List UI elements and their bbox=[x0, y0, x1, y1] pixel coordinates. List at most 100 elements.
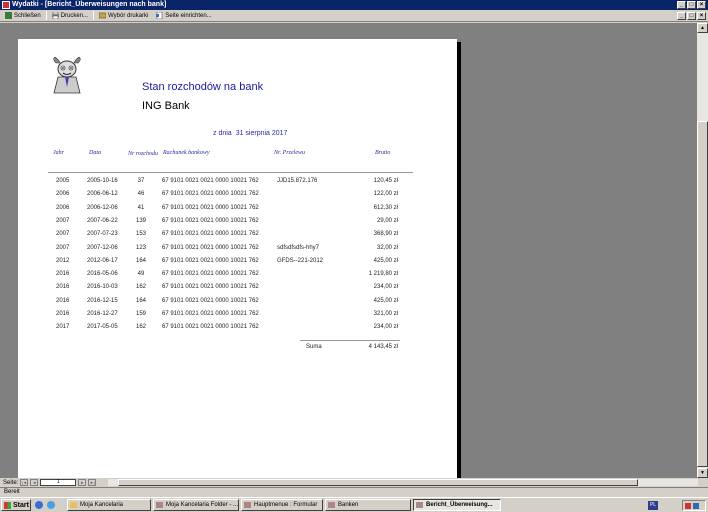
cell-nr: 46 bbox=[137, 191, 145, 198]
page-setup-button[interactable]: Seite einrichten... bbox=[153, 11, 214, 21]
column-header-amount: Brutto bbox=[375, 150, 391, 156]
first-page-button[interactable]: |◄ bbox=[20, 479, 29, 486]
table-row: 2016 2016-12-27 159 67 9101 0021 0021 0000 … bbox=[48, 311, 413, 324]
cell-year: 2006 bbox=[56, 204, 70, 211]
previous-page-button[interactable]: ◄ bbox=[30, 479, 39, 486]
cell-date: 2007-07-23 bbox=[87, 231, 118, 238]
cell-account: 67 9101 0021 0021 0000 10021 762 bbox=[162, 324, 259, 331]
last-page-button[interactable]: ►| bbox=[88, 479, 97, 486]
task-bericht[interactable]: Bericht_Überweisung... bbox=[413, 499, 501, 511]
cell-amount: 321,00 zł bbox=[373, 311, 398, 317]
cell-nr: 162 bbox=[135, 284, 146, 291]
horizontal-scrollbar[interactable] bbox=[108, 479, 698, 486]
toolbar-separator bbox=[93, 11, 95, 20]
cell-ref: sdfsdfsdfs-hhy7 bbox=[277, 244, 320, 251]
scroll-up-arrow[interactable]: ▲ bbox=[697, 23, 708, 33]
cell-nr: 162 bbox=[135, 324, 146, 331]
cell-nr: 139 bbox=[135, 217, 146, 224]
cell-amount: 425,00 zł bbox=[373, 257, 398, 264]
horizontal-scroll-thumb[interactable] bbox=[118, 479, 638, 486]
cell-amount: 122,00 zł bbox=[373, 191, 398, 198]
cell-date: 2016-10-03 bbox=[87, 284, 118, 291]
mdi-minimize-button[interactable]: _ bbox=[677, 12, 686, 20]
page-nav-label: Seite: bbox=[3, 479, 19, 486]
cell-date: 2006-12-06 bbox=[87, 204, 118, 211]
printer-choice-button[interactable]: Wybór drukarki bbox=[96, 11, 151, 21]
cell-year: 2016 bbox=[56, 297, 70, 304]
page-number-input[interactable]: 1 bbox=[40, 479, 77, 486]
task-banken[interactable]: Banken bbox=[325, 499, 411, 511]
taskbar: Start Moja Kancelaria Moja Kancelaria Fo… bbox=[0, 497, 708, 512]
date-value: 31 sierpnia 2017 bbox=[235, 130, 288, 137]
task-label: Moja Kancelaria bbox=[80, 502, 124, 508]
explorer-quicklaunch-icon[interactable] bbox=[47, 501, 55, 509]
door-icon bbox=[5, 12, 12, 19]
cell-date: 2005-10-16 bbox=[87, 178, 118, 184]
printer-choice-label: Wybór drukarki bbox=[108, 12, 149, 19]
print-label: Drucken... bbox=[60, 12, 89, 19]
vertical-scrollbar[interactable]: ▲ ▼ bbox=[697, 23, 708, 478]
cell-account: 67 9101 0021 0021 0000 10021 762 bbox=[162, 204, 259, 211]
column-header-ref: Nr. Przelewu bbox=[274, 150, 306, 156]
table-row: 2007 2007-06-22 139 67 9101 0021 0021 0000 … bbox=[48, 218, 413, 231]
mdi-controls: _ □ × bbox=[677, 12, 706, 20]
windows-logo-icon bbox=[4, 501, 11, 509]
report-date: z dnia 31 sierpnia 2017 bbox=[213, 130, 291, 137]
cell-date: 2016-12-15 bbox=[87, 297, 118, 304]
scroll-down-arrow[interactable]: ▼ bbox=[697, 468, 708, 478]
cell-amount: 32,00 zł bbox=[376, 244, 398, 251]
cell-year: 2016 bbox=[56, 284, 70, 291]
cell-account: 67 9101 0021 0021 0000 10021 762 bbox=[162, 311, 259, 317]
browser-quicklaunch-icon[interactable] bbox=[35, 501, 43, 509]
maximize-button[interactable]: □ bbox=[687, 1, 696, 9]
form-icon bbox=[244, 502, 251, 508]
task-moja-kancelaria[interactable]: Moja Kancelaria bbox=[67, 499, 151, 511]
cell-nr: 164 bbox=[135, 257, 146, 264]
table-row: 2006 2006-06-12 46 67 9101 0021 0021 0000 1… bbox=[48, 191, 413, 204]
cell-nr: 49 bbox=[137, 271, 145, 278]
preview-workspace[interactable]: Stan rozchodów na bank ING Bank z dnia 31… bbox=[0, 23, 697, 478]
task-kancelaria-folder[interactable]: Moja Kancelaria Folder - ... bbox=[153, 499, 239, 511]
table-row: 2007 2007-12-06 123 67 9101 0021 0021 0000 … bbox=[48, 245, 413, 258]
status-bar: Bereit bbox=[0, 487, 708, 497]
next-page-button[interactable]: ► bbox=[78, 479, 87, 486]
report-title: Stan rozchodów na bank bbox=[142, 81, 264, 93]
report-icon bbox=[416, 502, 423, 508]
cell-year: 2012 bbox=[56, 257, 70, 264]
minimize-button[interactable]: _ bbox=[677, 1, 686, 9]
table-row: 2016 2016-12-15 164 67 9101 0021 0021 0000 … bbox=[48, 298, 413, 311]
printer-icon bbox=[51, 11, 59, 20]
cell-account: 67 9101 0021 0021 0000 10021 762 bbox=[162, 284, 259, 291]
cell-year: 2007 bbox=[56, 231, 70, 238]
close-window-button[interactable]: × bbox=[697, 1, 706, 9]
mdi-restore-button[interactable]: □ bbox=[687, 12, 696, 20]
start-button[interactable]: Start bbox=[1, 499, 31, 511]
cell-nr: 159 bbox=[135, 311, 146, 317]
cell-amount: 368,90 zł bbox=[373, 231, 398, 238]
table-row: 2006 2006-12-06 41 67 9101 0021 0021 0000 1… bbox=[48, 205, 413, 218]
print-button[interactable]: Drucken... bbox=[49, 11, 91, 21]
tray-network-icon[interactable] bbox=[693, 502, 699, 509]
cell-account: 67 9101 0021 0021 0000 10021 762 bbox=[162, 178, 259, 184]
language-indicator[interactable]: PL bbox=[648, 501, 658, 510]
window-icon bbox=[156, 502, 163, 508]
cell-amount: 1 219,80 zł bbox=[368, 271, 398, 278]
task-hauptmenue[interactable]: Hauptmenue : Formular bbox=[241, 499, 323, 511]
cell-date: 2012-06-17 bbox=[87, 257, 118, 264]
mdi-close-button[interactable]: × bbox=[697, 12, 706, 20]
cell-date: 2016-05-06 bbox=[87, 271, 118, 278]
cell-year: 2017 bbox=[56, 324, 70, 331]
sum-label: Suma bbox=[306, 344, 322, 350]
close-report-button[interactable]: Schließen bbox=[2, 11, 44, 21]
table-row: 2005 2005-10-16 37 67 9101 0021 0021 0000 1… bbox=[48, 178, 413, 191]
cell-account: 67 9101 0021 0021 0000 10021 762 bbox=[162, 271, 259, 278]
cell-year: 2005 bbox=[56, 178, 70, 184]
cell-nr: 37 bbox=[137, 178, 145, 184]
cell-amount: 234,00 zł bbox=[373, 284, 398, 291]
table-row: 2017 2017-05-05 162 67 9101 0021 0021 0000 … bbox=[48, 324, 413, 337]
cell-account: 67 9101 0021 0021 0000 10021 762 bbox=[162, 244, 259, 251]
company-logo bbox=[50, 56, 84, 95]
vertical-scroll-thumb[interactable] bbox=[697, 121, 708, 467]
tray-antivirus-icon[interactable] bbox=[685, 502, 691, 509]
cell-account: 67 9101 0021 0021 0000 10021 762 bbox=[162, 231, 259, 238]
